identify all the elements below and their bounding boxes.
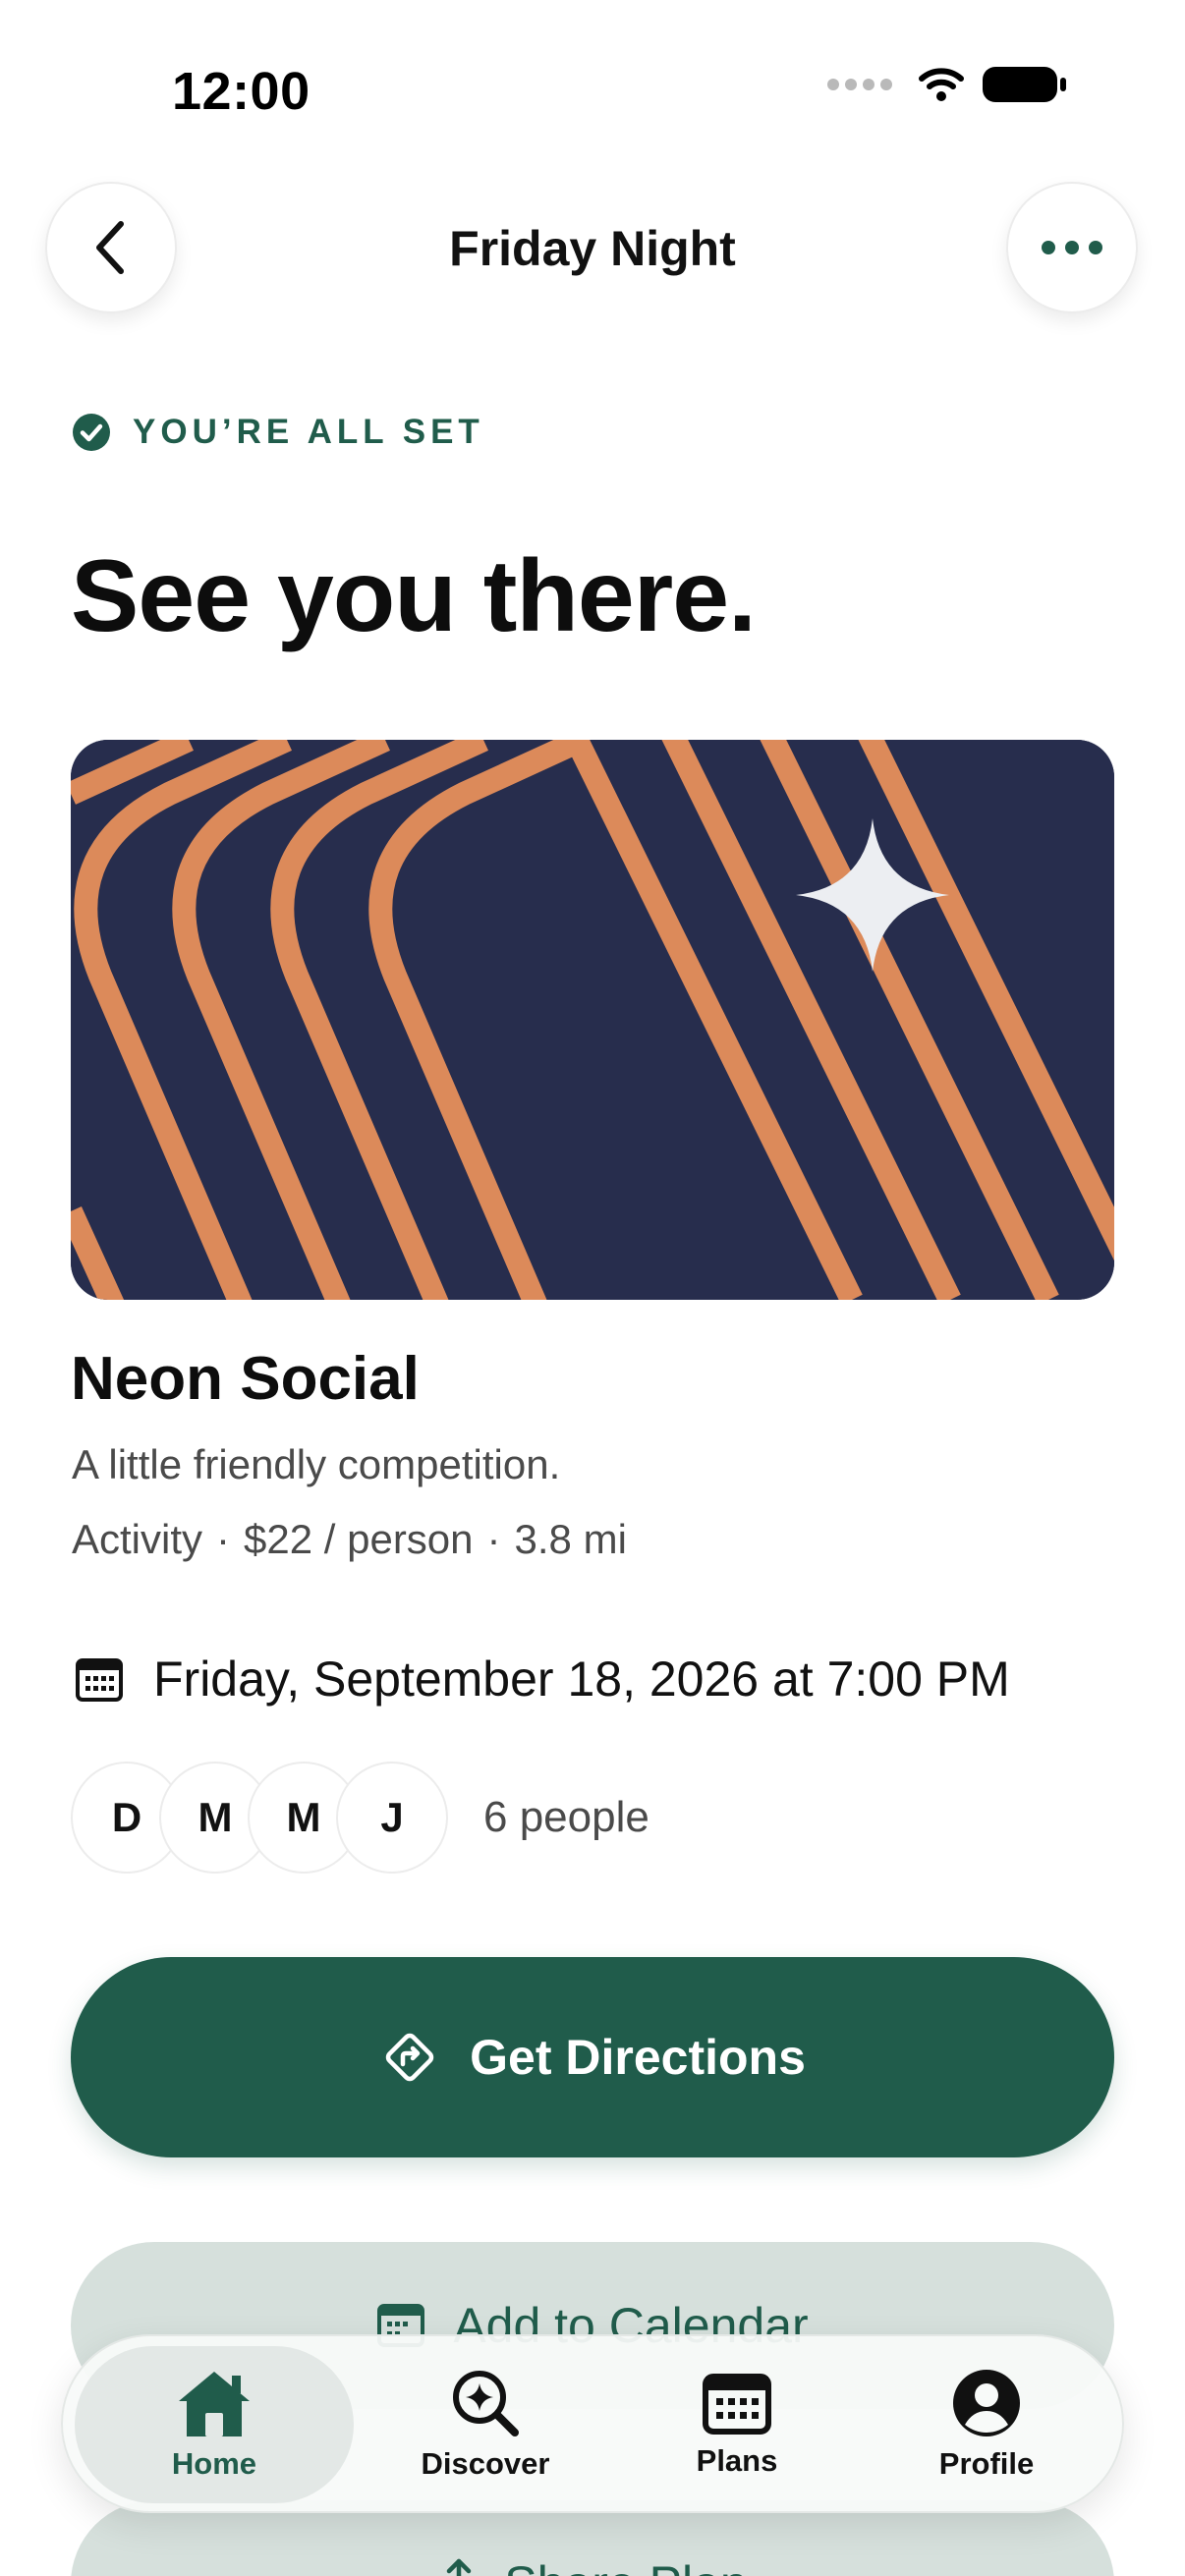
- venue-meta: Activity · $22 / person · 3.8 mi: [72, 1516, 627, 1563]
- meta-separator: ·: [486, 1516, 501, 1562]
- tab-label: Home: [171, 2446, 257, 2481]
- wifi-icon: [919, 68, 964, 101]
- navigation-bar: Friday Night: [0, 177, 1185, 324]
- tab-profile[interactable]: Profile: [869, 2346, 1104, 2503]
- calendar-icon: [76, 1658, 123, 1702]
- directions-icon: [385, 2033, 434, 2082]
- status-time: 12:00: [172, 62, 310, 121]
- status-bar: 12:00: [0, 0, 1185, 177]
- venue-distance: 3.8 mi: [514, 1516, 627, 1562]
- get-directions-label: Get Directions: [470, 2030, 806, 2085]
- check-circle-icon: [73, 414, 110, 451]
- more-options-button[interactable]: [1006, 182, 1138, 313]
- tab-bar: Home Discover Plans Profile: [61, 2334, 1124, 2513]
- share-icon: [447, 2558, 472, 2576]
- attendees-row[interactable]: D M M J 6 people: [71, 1762, 649, 1874]
- venue-price: $22 / person: [244, 1516, 474, 1562]
- tab-label: Profile: [938, 2446, 1035, 2481]
- battery-icon: [983, 67, 1066, 102]
- confirmation-badge: YOU’RE ALL SET: [72, 413, 484, 452]
- tab-home[interactable]: Home: [75, 2346, 354, 2503]
- discover-icon: [453, 2371, 519, 2436]
- get-directions-button[interactable]: Get Directions: [71, 1957, 1114, 2157]
- share-plan-label: Share Plan: [504, 2555, 747, 2576]
- confirmation-label: YOU’RE ALL SET: [133, 413, 484, 451]
- tab-plans[interactable]: Plans: [619, 2346, 855, 2503]
- tab-discover[interactable]: Discover: [367, 2346, 603, 2503]
- venue-name: Neon Social: [71, 1345, 420, 1413]
- status-icons: [827, 65, 1067, 104]
- tab-label: Plans: [696, 2443, 778, 2478]
- event-date-row: Friday, September 18, 2026 at 7:00 PM: [75, 1651, 1010, 1708]
- calendar-icon: [703, 2374, 771, 2435]
- signal-icon: [827, 79, 892, 90]
- home-icon: [179, 2372, 250, 2436]
- tab-label: Discover: [421, 2446, 550, 2481]
- stripes-artwork: [71, 740, 1114, 1300]
- venue-hero-image: [71, 740, 1114, 1300]
- venue-tagline: A little friendly competition.: [72, 1441, 561, 1487]
- headline: See you there.: [71, 539, 757, 653]
- attendee-count: 6 people: [483, 1793, 649, 1841]
- meta-separator: ·: [216, 1516, 231, 1562]
- avatar: J: [336, 1762, 448, 1874]
- profile-icon: [953, 2370, 1020, 2436]
- ellipsis-icon: [1042, 241, 1102, 254]
- event-datetime: Friday, September 18, 2026 at 7:00 PM: [153, 1652, 1010, 1707]
- venue-category: Activity: [72, 1516, 203, 1562]
